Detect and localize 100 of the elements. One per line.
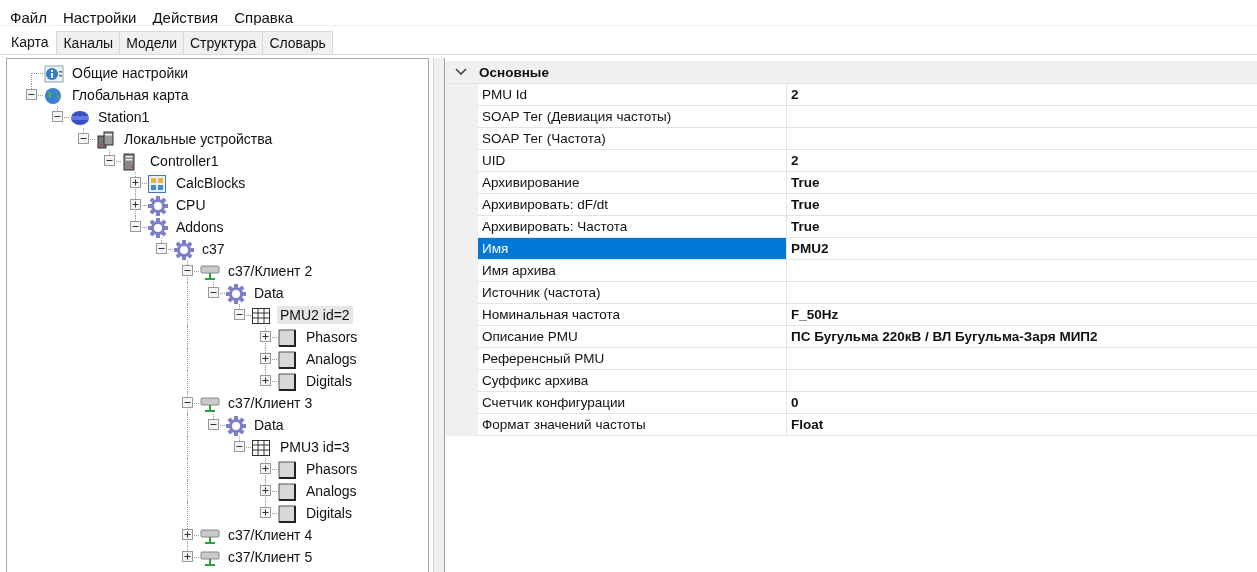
globe-icon xyxy=(44,87,62,105)
servers-icon xyxy=(96,131,116,149)
property-name[interactable]: Архивировать: dF/dt xyxy=(478,194,787,216)
chevron-icon[interactable] xyxy=(455,68,467,76)
expander-icon[interactable] xyxy=(260,485,271,496)
settings-window-icon xyxy=(44,65,64,83)
expander-icon[interactable] xyxy=(130,221,141,232)
server-icon xyxy=(122,153,136,171)
tree-item[interactable]: Analogs xyxy=(303,350,360,368)
property-name[interactable]: Суффикс архива xyxy=(478,370,787,392)
property-name[interactable]: PMU Id xyxy=(478,84,787,106)
tab[interactable]: Словарь xyxy=(262,31,333,54)
expander-icon[interactable] xyxy=(182,265,193,276)
property-value[interactable]: F_50Hz xyxy=(787,304,1257,326)
property-name[interactable]: SOAP Тег (Частота) xyxy=(478,128,787,150)
menu-item[interactable]: Файл xyxy=(10,9,47,25)
network-device-icon xyxy=(200,527,220,545)
menu-item[interactable]: Действия xyxy=(152,9,219,25)
property-value[interactable]: PMU2 xyxy=(787,238,1257,260)
table-icon xyxy=(252,440,270,456)
expander-icon[interactable] xyxy=(260,507,271,518)
property-name[interactable]: UID xyxy=(478,150,787,172)
network-device-icon xyxy=(200,549,220,567)
tree-item[interactable]: c37/Клиент 4 xyxy=(225,526,316,544)
gear-icon xyxy=(148,196,168,216)
property-name[interactable]: Источник (частота) xyxy=(478,282,787,304)
tree-item[interactable]: CPU xyxy=(173,196,209,214)
table-icon xyxy=(252,308,270,324)
expander-icon[interactable] xyxy=(260,375,271,386)
property-value[interactable]: True xyxy=(787,194,1257,216)
expander-icon[interactable] xyxy=(130,177,141,188)
tree-item[interactable]: PMU2 id=2 xyxy=(277,306,353,324)
expander-icon[interactable] xyxy=(260,353,271,364)
category-label: Основные xyxy=(479,64,549,80)
tree-item[interactable]: Data xyxy=(251,284,287,302)
property-value[interactable]: True xyxy=(787,216,1257,238)
tree-item[interactable]: c37 xyxy=(199,240,228,258)
property-name[interactable]: Формат значений частоты xyxy=(478,414,787,436)
expander-icon[interactable] xyxy=(234,441,245,452)
property-name[interactable]: Описание PMU xyxy=(478,326,787,348)
property-name[interactable]: SOAP Тег (Девиация частоты) xyxy=(478,106,787,128)
expander-icon[interactable] xyxy=(156,243,167,254)
tree-item[interactable]: Station1 xyxy=(95,108,153,126)
property-value[interactable]: 0 xyxy=(787,392,1257,414)
property-name[interactable]: Референсный PMU xyxy=(478,348,787,370)
expander-icon[interactable] xyxy=(234,309,245,320)
property-name[interactable]: Счетчик конфигурации xyxy=(478,392,787,414)
property-name[interactable]: Имя архива xyxy=(478,260,787,282)
tree-item[interactable]: c37/Клиент 3 xyxy=(225,394,316,412)
disc-icon xyxy=(70,110,90,126)
tree-item[interactable]: Digitals xyxy=(303,504,355,522)
property-name[interactable]: Архивировать: Частота xyxy=(478,216,787,238)
tree-item[interactable]: Data xyxy=(251,416,287,434)
property-name[interactable]: Архивирование xyxy=(478,172,787,194)
expander-icon[interactable] xyxy=(260,463,271,474)
gear-icon xyxy=(174,240,194,260)
expander-icon[interactable] xyxy=(78,133,89,144)
expander-icon[interactable] xyxy=(182,397,193,408)
tree-item[interactable]: Digitals xyxy=(303,372,355,390)
square-icon xyxy=(278,351,296,369)
tree-item[interactable]: Локальные устройства xyxy=(121,130,276,148)
tree-item[interactable]: Addons xyxy=(173,218,227,236)
square-icon xyxy=(278,483,296,501)
property-name[interactable]: Имя xyxy=(478,238,787,260)
expander-icon[interactable] xyxy=(260,331,271,342)
tree-item[interactable]: Phasors xyxy=(303,328,361,346)
tree-item[interactable]: Analogs xyxy=(303,482,360,500)
expander-icon[interactable] xyxy=(52,111,63,122)
tab[interactable]: Каналы xyxy=(56,31,121,54)
square-icon xyxy=(278,505,296,523)
tree-item[interactable]: Controller1 xyxy=(147,152,222,170)
square-icon xyxy=(278,461,296,479)
property-value[interactable]: ПС Бугульма 220кВ / ВЛ Бугульма-Заря МИП2 xyxy=(787,326,1257,348)
tree-item[interactable]: Глобальная карта xyxy=(69,86,192,104)
square-icon xyxy=(278,373,296,391)
property-value[interactable]: 2 xyxy=(787,84,1257,106)
tree-item[interactable]: Phasors xyxy=(303,460,361,478)
property-value[interactable]: 2 xyxy=(787,150,1257,172)
property-name[interactable]: Номинальная частота xyxy=(478,304,787,326)
expander-icon[interactable] xyxy=(130,199,141,210)
property-value[interactable]: Float xyxy=(787,414,1257,436)
tab[interactable]: Модели xyxy=(119,31,184,54)
tree-item[interactable]: c37/Клиент 2 xyxy=(225,262,316,280)
expander-icon[interactable] xyxy=(104,155,115,166)
expander-icon[interactable] xyxy=(26,89,37,100)
property-value[interactable]: True xyxy=(787,172,1257,194)
expander-icon[interactable] xyxy=(208,287,219,298)
menu-item[interactable]: Настройки xyxy=(62,9,137,25)
menu-item[interactable]: Справка xyxy=(234,9,294,25)
network-device-icon xyxy=(200,395,220,413)
network-device-icon xyxy=(200,263,220,281)
expander-icon[interactable] xyxy=(182,529,193,540)
tree-item[interactable]: c37/Клиент 5 xyxy=(225,548,316,566)
expander-icon[interactable] xyxy=(182,551,193,562)
expander-icon[interactable] xyxy=(208,419,219,430)
tree-item[interactable]: PMU3 id=3 xyxy=(277,438,353,456)
tree-item[interactable]: Общие настройки xyxy=(69,64,192,82)
square-icon xyxy=(278,329,296,347)
tab[interactable]: Структура xyxy=(182,31,264,54)
tree-item[interactable]: CalcBlocks xyxy=(173,174,249,192)
